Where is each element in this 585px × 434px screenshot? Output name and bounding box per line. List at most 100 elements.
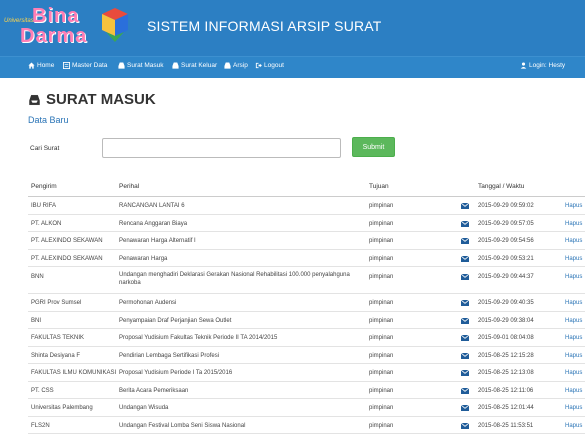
cell-tujuan: pimpinan xyxy=(369,317,393,325)
delete-link[interactable]: Hapus xyxy=(565,202,582,210)
cell-pengirim: FAKULTAS TEKNIK xyxy=(31,334,84,342)
delete-link[interactable]: Hapus xyxy=(565,334,582,342)
table-row: FLS2NUndangan Festival Lomba Seni Siswa … xyxy=(28,417,585,434)
nav-arsip-label: Arsip xyxy=(233,62,248,69)
logo-cube-icon xyxy=(98,6,132,46)
cell-tanggal: 2015-08-25 12:01:44 xyxy=(478,404,534,412)
cell-tanggal: 2015-09-01 08:04:08 xyxy=(478,334,534,342)
cell-perihal: Penyampaian Draf Perjanjian Sewa Outlet xyxy=(119,317,359,325)
cell-tujuan: pimpinan xyxy=(369,369,393,377)
table-row: IBU RIFARANCANGAN LANTAI 6pimpinan2015-0… xyxy=(28,197,585,215)
search-input[interactable] xyxy=(102,138,341,158)
nav-surat-keluar[interactable]: Surat Keluar xyxy=(172,62,217,69)
envelope-icon xyxy=(461,221,469,227)
delete-link[interactable]: Hapus xyxy=(565,422,582,430)
table-row: PT. ALEXINDO SEKAWANPenawaran Hargapimpi… xyxy=(28,250,585,268)
nav-master-data-label: Master Data xyxy=(72,62,107,69)
cell-tanggal: 2015-09-29 09:57:05 xyxy=(478,220,534,228)
delete-link[interactable]: Hapus xyxy=(565,220,582,228)
page-title: SURAT MASUK xyxy=(28,91,156,108)
envelope-icon xyxy=(461,274,469,280)
table-row: Shinta Desiyana FPendirian Lembaga Serti… xyxy=(28,347,585,365)
table-header: Pengirim Perihal Tujuan Tanggal / Waktu xyxy=(28,175,585,197)
nav-surat-masuk-label: Surat Masuk xyxy=(127,62,164,69)
delete-link[interactable]: Hapus xyxy=(565,317,582,325)
cell-tanggal: 2015-09-29 09:38:04 xyxy=(478,317,534,325)
table-row: Universitas PalembangUndangan Wisudapimp… xyxy=(28,399,585,417)
cell-pengirim: Universitas Palembang xyxy=(31,404,93,412)
cell-perihal: Proposal Yudisium Periode I Ta 2015/2016 xyxy=(119,369,359,377)
cell-perihal: Proposal Yudisium Fakultas Teknik Period… xyxy=(119,334,359,342)
cell-tujuan: pimpinan xyxy=(369,299,393,307)
cell-tujuan: pimpinan xyxy=(369,352,393,360)
delete-link[interactable]: Hapus xyxy=(565,255,582,263)
cell-tanggal: 2015-08-25 12:13:08 xyxy=(478,369,534,377)
cell-pengirim: BNI xyxy=(31,317,41,325)
header-tanggal: Tanggal / Waktu xyxy=(478,183,524,190)
page-title-label: SURAT MASUK xyxy=(46,91,156,108)
delete-link[interactable]: Hapus xyxy=(565,299,582,307)
cell-perihal: Penawaran Harga Alternatif I xyxy=(119,237,359,245)
table-row: FAKULTAS TEKNIK Proposal Yudisium Fakulta… xyxy=(28,329,585,347)
nav-login-user-label: Login: Hesty xyxy=(529,62,565,69)
cell-tanggal: 2015-08-25 11:53:51 xyxy=(478,422,533,430)
cell-pengirim: FAKULTAS ILMU KOMUNIKASI xyxy=(31,369,116,377)
delete-link[interactable]: Hapus xyxy=(565,352,582,360)
new-data-link[interactable]: Data Baru xyxy=(28,115,69,125)
delete-link[interactable]: Hapus xyxy=(565,237,582,245)
nav-home[interactable]: Home xyxy=(28,62,54,69)
header-perihal: Perihal xyxy=(119,183,139,190)
cell-tujuan: pimpinan xyxy=(369,387,393,395)
cell-tujuan: pimpinan xyxy=(369,237,393,245)
app-header: Universitas Bina Darma SISTEM INFORMASI … xyxy=(0,0,585,56)
cell-pengirim: PT. ALEXINDO SEKAWAN xyxy=(31,255,103,263)
cell-perihal: Pendirian Lembaga Sertifikasi Profesi xyxy=(119,352,359,360)
table-row: PT. ALEXINDO SEKAWANPenawaran Harga Alte… xyxy=(28,232,585,250)
envelope-icon xyxy=(461,203,469,209)
app-title: SISTEM INFORMASI ARSIP SURAT xyxy=(147,18,382,34)
nav-login-user[interactable]: Login: Hesty xyxy=(520,62,565,69)
envelope-icon xyxy=(461,256,469,262)
table-row: FAKULTAS ILMU KOMUNIKASIProposal Yudisiu… xyxy=(28,364,585,382)
cell-tanggal: 2015-09-29 09:54:56 xyxy=(478,237,534,245)
cell-tanggal: 2015-09-29 09:40:35 xyxy=(478,299,534,307)
delete-link[interactable]: Hapus xyxy=(565,387,582,395)
table-row: PGRI Prov SumselPermohonan Audensipimpin… xyxy=(28,294,585,312)
cell-perihal: RANCANGAN LANTAI 6 xyxy=(119,202,359,210)
table-row: BNNUndangan menghadiri Deklarasi Gerakan… xyxy=(28,267,585,294)
logout-icon xyxy=(255,62,262,69)
nav-master-data[interactable]: Master Data xyxy=(63,62,107,69)
nav-arsip[interactable]: Arsip xyxy=(224,62,248,69)
cell-tanggal: 2015-08-25 12:11:06 xyxy=(478,387,533,395)
nav-logout-label: Logout xyxy=(264,62,284,69)
cell-perihal: Penawaran Harga xyxy=(119,255,359,263)
archive-icon xyxy=(224,62,231,69)
delete-link[interactable]: Hapus xyxy=(565,369,582,377)
cell-pengirim: IBU RIFA xyxy=(31,202,56,210)
cell-tujuan: pimpinan xyxy=(369,334,393,342)
header-tujuan: Tujuan xyxy=(369,183,389,190)
envelope-icon xyxy=(461,405,469,411)
bina-darma-logo[interactable]: Universitas Bina Darma xyxy=(2,4,132,52)
cell-pengirim: PT. CSS xyxy=(31,387,54,395)
cell-tanggal: 2015-09-29 09:44:37 xyxy=(478,273,534,281)
inbox-icon xyxy=(118,62,125,69)
delete-link[interactable]: Hapus xyxy=(565,404,582,412)
delete-link[interactable]: Hapus xyxy=(565,273,582,281)
envelope-icon xyxy=(461,370,469,376)
table-row: PT. CSS Berita Acara Pemeriksaan pimpinan 2… xyxy=(28,382,585,400)
envelope-icon xyxy=(461,388,469,394)
cell-tujuan: pimpinan xyxy=(369,404,393,412)
submit-button[interactable]: Submit xyxy=(352,137,395,157)
cell-perihal: Undangan Festival Lomba Seni Siswa Nasio… xyxy=(119,422,359,430)
envelope-icon xyxy=(461,335,469,341)
nav-surat-masuk[interactable]: Surat Masuk xyxy=(118,62,164,69)
main-navbar: Home Master Data Surat Masuk Surat Kelua… xyxy=(0,56,585,78)
nav-surat-keluar-label: Surat Keluar xyxy=(181,62,217,69)
inbox-icon xyxy=(28,94,41,106)
cell-tujuan: pimpinan xyxy=(369,422,393,430)
user-icon xyxy=(520,62,527,69)
search-label: Cari Surat xyxy=(30,145,59,152)
cell-perihal: Berita Acara Pemeriksaan xyxy=(119,387,359,395)
nav-logout[interactable]: Logout xyxy=(255,62,284,69)
